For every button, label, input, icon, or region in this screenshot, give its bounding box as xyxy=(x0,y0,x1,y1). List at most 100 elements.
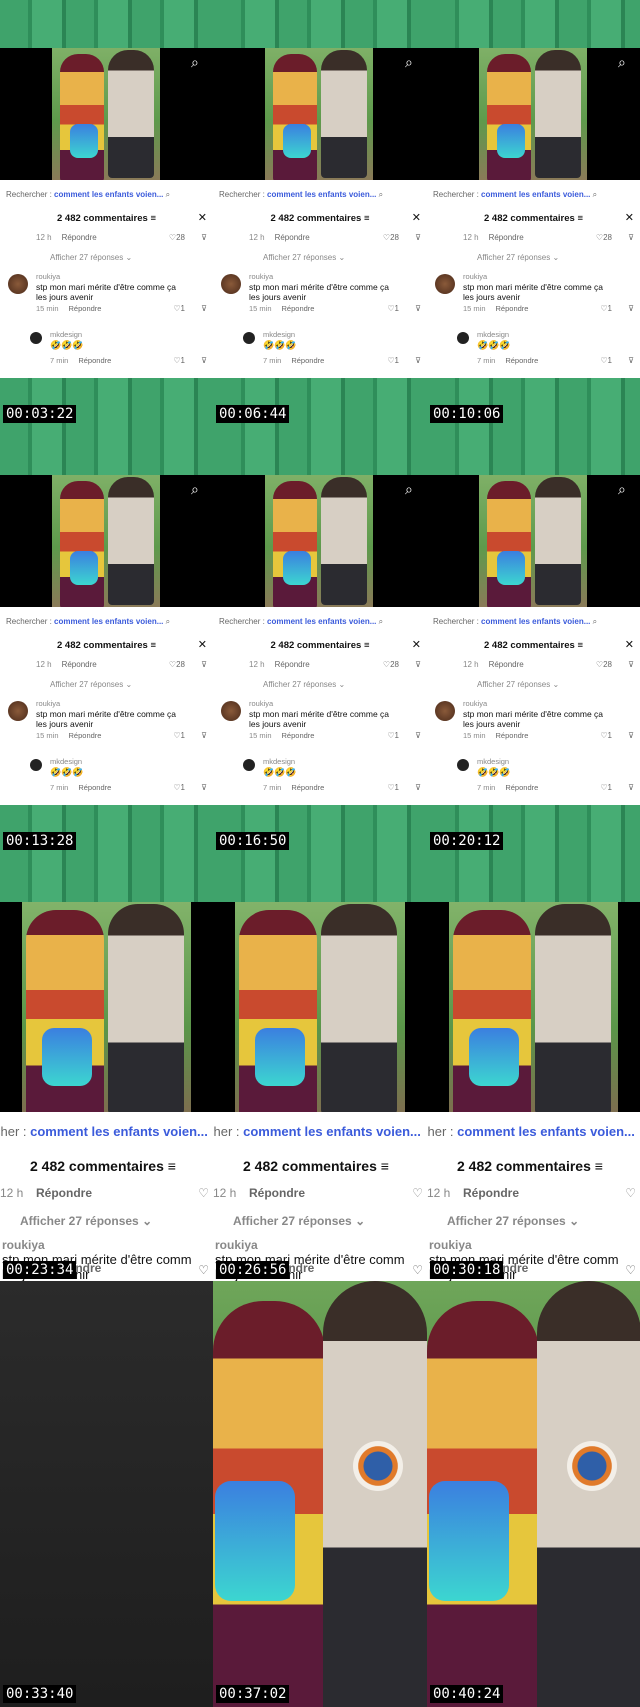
avatar[interactable] xyxy=(30,759,42,771)
like-count[interactable]: ♡1 xyxy=(173,304,185,313)
reply-button[interactable]: Répondre xyxy=(36,1186,92,1200)
heart-icon[interactable]: ♡ xyxy=(198,1186,209,1200)
heart-icon[interactable]: ♡ xyxy=(412,1186,423,1200)
heart-icon[interactable]: ♡ xyxy=(387,731,394,740)
like-count[interactable]: ♡28 xyxy=(383,660,399,669)
filter-icon[interactable]: ≡ xyxy=(150,213,156,224)
avatar[interactable] xyxy=(457,332,469,344)
comment-username[interactable]: roukiya xyxy=(463,272,487,281)
heart-icon[interactable]: ♡ xyxy=(625,1263,636,1277)
comment-username[interactable]: roukiya xyxy=(429,1238,472,1252)
reply-button[interactable]: Répondre xyxy=(496,731,529,740)
search-bar[interactable]: Rechercher : comment les enfants voien..… xyxy=(219,617,383,627)
more-replies-link[interactable]: Afficher 27 réponses ⌄ xyxy=(447,1214,579,1228)
search-query[interactable]: comment les enfants voien... xyxy=(54,190,163,199)
like-count[interactable]: ♡28 xyxy=(383,233,399,242)
avatar[interactable] xyxy=(457,759,469,771)
avatar[interactable] xyxy=(221,701,241,721)
reply-button[interactable]: Répondre xyxy=(489,233,524,242)
dislike-icon[interactable]: ⊽ xyxy=(628,783,634,792)
filter-icon[interactable]: ≡ xyxy=(577,213,583,224)
search-bar[interactable]: Rechercher : comment les enfants voien..… xyxy=(433,617,597,627)
heart-icon[interactable]: ♡ xyxy=(387,783,394,792)
reply-button[interactable]: Répondre xyxy=(78,356,111,365)
dislike-icon[interactable]: ⊽ xyxy=(415,233,421,242)
reply-button[interactable]: Répondre xyxy=(505,356,538,365)
reply-button[interactable]: Répondre xyxy=(275,660,310,669)
reply-button[interactable]: Répondre xyxy=(69,304,102,313)
reply-button[interactable]: Répondre xyxy=(62,233,97,242)
close-icon[interactable]: ✕ xyxy=(198,211,207,224)
like-count[interactable]: ♡1 xyxy=(173,783,185,792)
filter-icon[interactable]: ≡ xyxy=(364,213,370,224)
like-count[interactable]: ♡28 xyxy=(596,233,612,242)
search-icon[interactable]: ⌕ xyxy=(618,55,630,69)
heart-icon[interactable]: ♡ xyxy=(173,731,180,740)
comment-username[interactable]: mkdesign xyxy=(50,757,82,766)
comment-username[interactable]: roukiya xyxy=(36,272,60,281)
avatar[interactable] xyxy=(8,701,28,721)
filter-icon[interactable]: ≡ xyxy=(168,1158,176,1174)
filter-icon[interactable]: ≡ xyxy=(364,640,370,651)
comment-username[interactable]: roukiya xyxy=(2,1238,45,1252)
more-replies-link[interactable]: Afficher 27 réponses ⌄ xyxy=(50,253,132,262)
search-bar[interactable]: Rechercher : comment les enfants voien..… xyxy=(433,190,597,200)
more-replies-link[interactable]: Afficher 27 réponses ⌄ xyxy=(263,253,345,262)
reply-button[interactable]: Répondre xyxy=(291,356,324,365)
dislike-icon[interactable]: ⊽ xyxy=(415,660,421,669)
comment-username[interactable]: roukiya xyxy=(249,272,273,281)
heart-icon[interactable]: ♡ xyxy=(600,304,607,313)
dislike-icon[interactable]: ⊽ xyxy=(628,233,634,242)
dislike-icon[interactable]: ⊽ xyxy=(201,731,207,740)
avatar[interactable] xyxy=(243,332,255,344)
more-replies-link[interactable]: Afficher 27 réponses ⌄ xyxy=(477,680,559,689)
avatar[interactable] xyxy=(435,701,455,721)
heart-icon[interactable]: ♡ xyxy=(600,731,607,740)
like-count[interactable]: ♡1 xyxy=(387,731,399,740)
dislike-icon[interactable]: ⊽ xyxy=(201,304,207,313)
search-bar[interactable]: Rechercher : comment les enfants voien..… xyxy=(219,190,383,200)
reply-button[interactable]: Répondre xyxy=(249,1186,305,1200)
reply-button[interactable]: Répondre xyxy=(62,660,97,669)
close-icon[interactable]: ✕ xyxy=(198,638,207,651)
avatar[interactable] xyxy=(221,274,241,294)
like-count[interactable]: ♡28 xyxy=(169,660,185,669)
search-bar[interactable]: cher : comment les enfants voien... xyxy=(0,1124,208,1139)
comment-username[interactable]: roukiya xyxy=(249,699,273,708)
like-count[interactable]: ♡1 xyxy=(387,304,399,313)
like-count[interactable]: ♡1 xyxy=(600,356,612,365)
more-replies-link[interactable]: Afficher 27 réponses ⌄ xyxy=(50,680,132,689)
heart-icon[interactable]: ♡ xyxy=(387,356,394,365)
avatar[interactable] xyxy=(435,274,455,294)
heart-icon[interactable]: ♡ xyxy=(625,1186,636,1200)
heart-icon[interactable]: ♡ xyxy=(412,1263,423,1277)
reply-button[interactable]: Répondre xyxy=(496,304,529,313)
dislike-icon[interactable]: ⊽ xyxy=(628,356,634,365)
heart-icon[interactable]: ♡ xyxy=(173,304,180,313)
like-count[interactable]: ♡1 xyxy=(387,783,399,792)
like-count[interactable]: ♡1 xyxy=(387,356,399,365)
dislike-icon[interactable]: ⊽ xyxy=(628,660,634,669)
close-icon[interactable]: ✕ xyxy=(412,638,421,651)
search-bar[interactable]: cher : comment les enfants voien... xyxy=(427,1124,635,1139)
heart-icon[interactable]: ♡ xyxy=(173,783,180,792)
comment-username[interactable]: mkdesign xyxy=(263,330,295,339)
reply-button[interactable]: Répondre xyxy=(282,304,315,313)
search-icon[interactable]: ⌕ xyxy=(618,482,630,496)
reply-button[interactable]: Répondre xyxy=(282,731,315,740)
close-icon[interactable]: ✕ xyxy=(625,211,634,224)
reply-button[interactable]: Répondre xyxy=(275,233,310,242)
close-icon[interactable]: ✕ xyxy=(625,638,634,651)
dislike-icon[interactable]: ⊽ xyxy=(628,304,634,313)
search-icon[interactable]: ⌕ xyxy=(405,482,417,496)
dislike-icon[interactable]: ⊽ xyxy=(201,356,207,365)
comment-username[interactable]: roukiya xyxy=(215,1238,258,1252)
avatar[interactable] xyxy=(243,759,255,771)
more-replies-link[interactable]: Afficher 27 réponses ⌄ xyxy=(233,1214,365,1228)
dislike-icon[interactable]: ⊽ xyxy=(201,783,207,792)
heart-icon[interactable]: ♡ xyxy=(198,1263,209,1277)
close-icon[interactable]: ✕ xyxy=(412,211,421,224)
comment-username[interactable]: mkdesign xyxy=(477,757,509,766)
dislike-icon[interactable]: ⊽ xyxy=(201,233,207,242)
more-replies-link[interactable]: Afficher 27 réponses ⌄ xyxy=(263,680,345,689)
